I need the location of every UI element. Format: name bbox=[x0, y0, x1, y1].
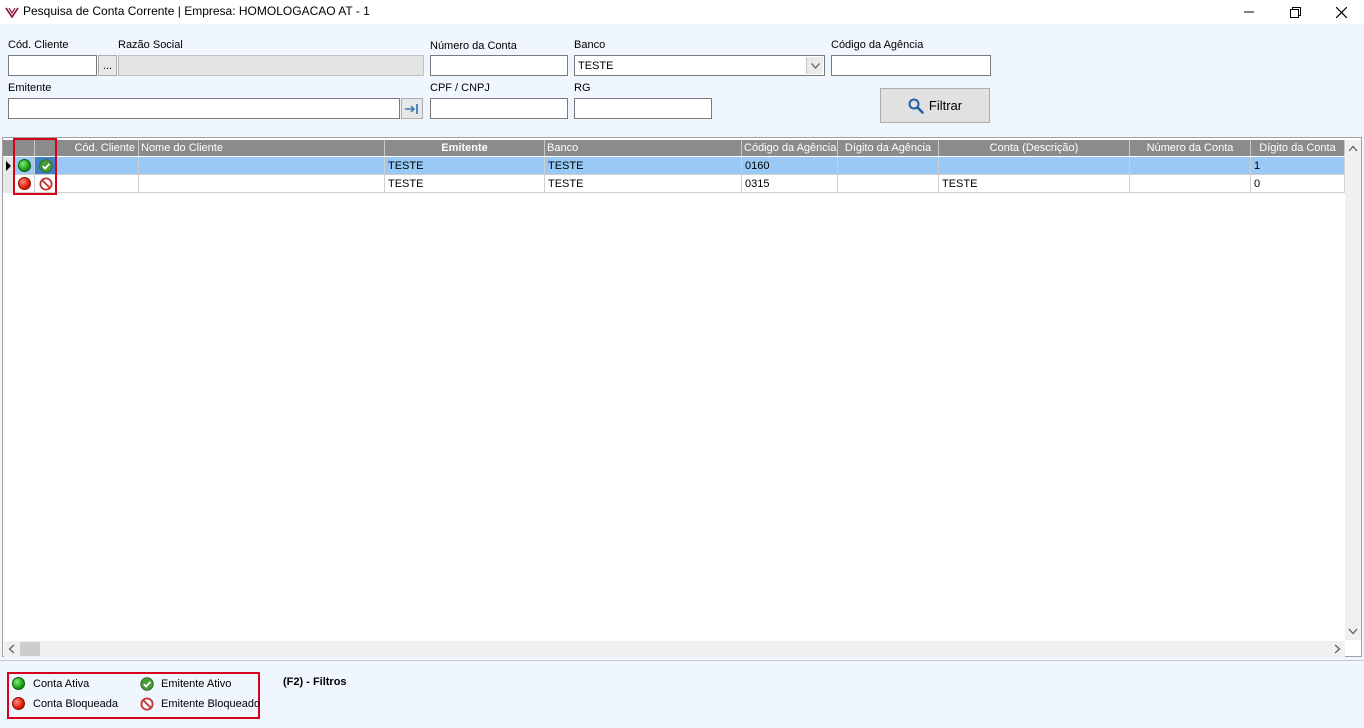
razao-social-input bbox=[118, 55, 424, 76]
minimize-icon bbox=[1244, 11, 1254, 13]
results-grid[interactable]: Cód. Cliente Nome do Cliente Emitente Ba… bbox=[2, 137, 1362, 657]
vertical-scrollbar[interactable] bbox=[1345, 140, 1361, 640]
cod-cliente-cell bbox=[57, 157, 139, 175]
cod-cliente-label: Cód. Cliente bbox=[8, 39, 69, 51]
header-digito-conta[interactable]: Dígito da Conta bbox=[1251, 140, 1345, 156]
nome-cliente-cell bbox=[139, 175, 385, 193]
rg-label: RG bbox=[574, 82, 591, 94]
horizontal-scrollbar[interactable] bbox=[4, 641, 1345, 657]
emitente-ativo-legend-icon bbox=[140, 677, 154, 691]
scroll-up-icon[interactable] bbox=[1348, 145, 1358, 152]
banco-cell: TESTE bbox=[545, 157, 742, 175]
legend-emitente-bloqueado: Emitente Bloqueado bbox=[161, 698, 261, 710]
grid-header: Cód. Cliente Nome do Cliente Emitente Ba… bbox=[3, 140, 1345, 156]
close-button[interactable] bbox=[1318, 0, 1364, 24]
cod-cliente-cell bbox=[57, 175, 139, 193]
digito-conta-cell: 1 bbox=[1251, 157, 1345, 175]
scroll-right-icon[interactable] bbox=[1334, 644, 1341, 654]
restore-button[interactable] bbox=[1272, 0, 1318, 24]
emitente-lookup-button[interactable] bbox=[401, 98, 423, 119]
legend-conta-bloqueada: Conta Bloqueada bbox=[33, 698, 119, 710]
codigo-agencia-label: Código da Agência bbox=[831, 39, 924, 51]
banco-select[interactable]: TESTE bbox=[574, 55, 825, 76]
chevron-down-icon[interactable] bbox=[806, 57, 823, 74]
window-title: Pesquisa de Conta Corrente | Empresa: HO… bbox=[23, 4, 370, 18]
legend-emitente-ativo: Emitente Ativo bbox=[161, 678, 232, 690]
rg-input[interactable] bbox=[574, 98, 712, 119]
numero-conta-cell bbox=[1130, 175, 1251, 193]
cpf-cnpj-label: CPF / CNPJ bbox=[430, 82, 490, 94]
banco-selected-value: TESTE bbox=[578, 59, 614, 72]
header-banco[interactable]: Banco bbox=[545, 140, 742, 156]
conta-ativa-legend-icon bbox=[12, 677, 25, 690]
codigo-agencia-cell: 0160 bbox=[742, 157, 838, 175]
table-row[interactable]: TESTE TESTE 0315 TESTE 0 bbox=[3, 175, 1345, 193]
browse-cliente-button[interactable]: ... bbox=[98, 55, 117, 76]
emitente-input[interactable] bbox=[8, 98, 400, 119]
f2-filtros-shortcut: (F2) - Filtros bbox=[283, 676, 347, 688]
header-nome-cliente[interactable]: Nome do Cliente bbox=[139, 140, 385, 156]
emitente-cell: TESTE bbox=[385, 157, 545, 175]
banco-cell: TESTE bbox=[545, 175, 742, 193]
conta-bloqueada-legend-icon bbox=[12, 697, 25, 710]
conta-descricao-cell: TESTE bbox=[939, 175, 1130, 193]
close-icon bbox=[1335, 6, 1347, 18]
header-digito-agencia[interactable]: Dígito da Agência bbox=[838, 140, 939, 156]
emitente-cell: TESTE bbox=[385, 175, 545, 193]
header-codigo-agencia[interactable]: Código da Agência bbox=[742, 140, 838, 156]
filter-panel bbox=[0, 24, 1364, 136]
title-bar: Pesquisa de Conta Corrente | Empresa: HO… bbox=[0, 0, 1364, 24]
search-icon bbox=[908, 98, 924, 114]
codigo-agencia-input[interactable] bbox=[831, 55, 991, 76]
numero-conta-cell bbox=[1130, 157, 1251, 175]
restore-icon bbox=[1289, 6, 1301, 18]
header-cod-cliente[interactable]: Cód. Cliente bbox=[57, 140, 139, 156]
header-numero-conta[interactable]: Número da Conta bbox=[1130, 140, 1251, 156]
codigo-agencia-cell: 0315 bbox=[742, 175, 838, 193]
horizontal-scroll-thumb[interactable] bbox=[20, 642, 40, 656]
numero-conta-label: Número da Conta bbox=[430, 40, 517, 52]
header-emitente[interactable]: Emitente bbox=[385, 140, 545, 156]
scroll-left-icon[interactable] bbox=[8, 644, 15, 654]
digito-agencia-cell bbox=[838, 157, 939, 175]
table-row[interactable]: TESTE TESTE 0160 1 bbox=[3, 157, 1345, 175]
digito-conta-cell: 0 bbox=[1251, 175, 1345, 193]
razao-social-label: Razão Social bbox=[118, 39, 183, 51]
cpf-cnpj-input[interactable] bbox=[430, 98, 568, 119]
filtrar-button[interactable]: Filtrar bbox=[880, 88, 990, 123]
app-logo-icon bbox=[5, 7, 19, 19]
legend-conta-ativa: Conta Ativa bbox=[33, 678, 90, 690]
digito-agencia-cell bbox=[838, 175, 939, 193]
arrow-to-bar-icon bbox=[405, 103, 418, 114]
scroll-down-icon[interactable] bbox=[1348, 628, 1358, 635]
emitente-bloqueado-legend-icon bbox=[140, 697, 154, 711]
emitente-label: Emitente bbox=[8, 82, 52, 94]
conta-descricao-cell bbox=[939, 157, 1130, 175]
minimize-button[interactable] bbox=[1226, 0, 1272, 24]
filtrar-label: Filtrar bbox=[928, 98, 963, 113]
status-columns-highlight bbox=[13, 138, 57, 195]
current-row-arrow-icon bbox=[6, 161, 11, 171]
header-conta-descricao[interactable]: Conta (Descrição) bbox=[939, 140, 1130, 156]
cod-cliente-input[interactable] bbox=[8, 55, 97, 76]
banco-label: Banco bbox=[574, 39, 606, 51]
nome-cliente-cell bbox=[139, 157, 385, 175]
numero-conta-input[interactable] bbox=[430, 55, 568, 76]
